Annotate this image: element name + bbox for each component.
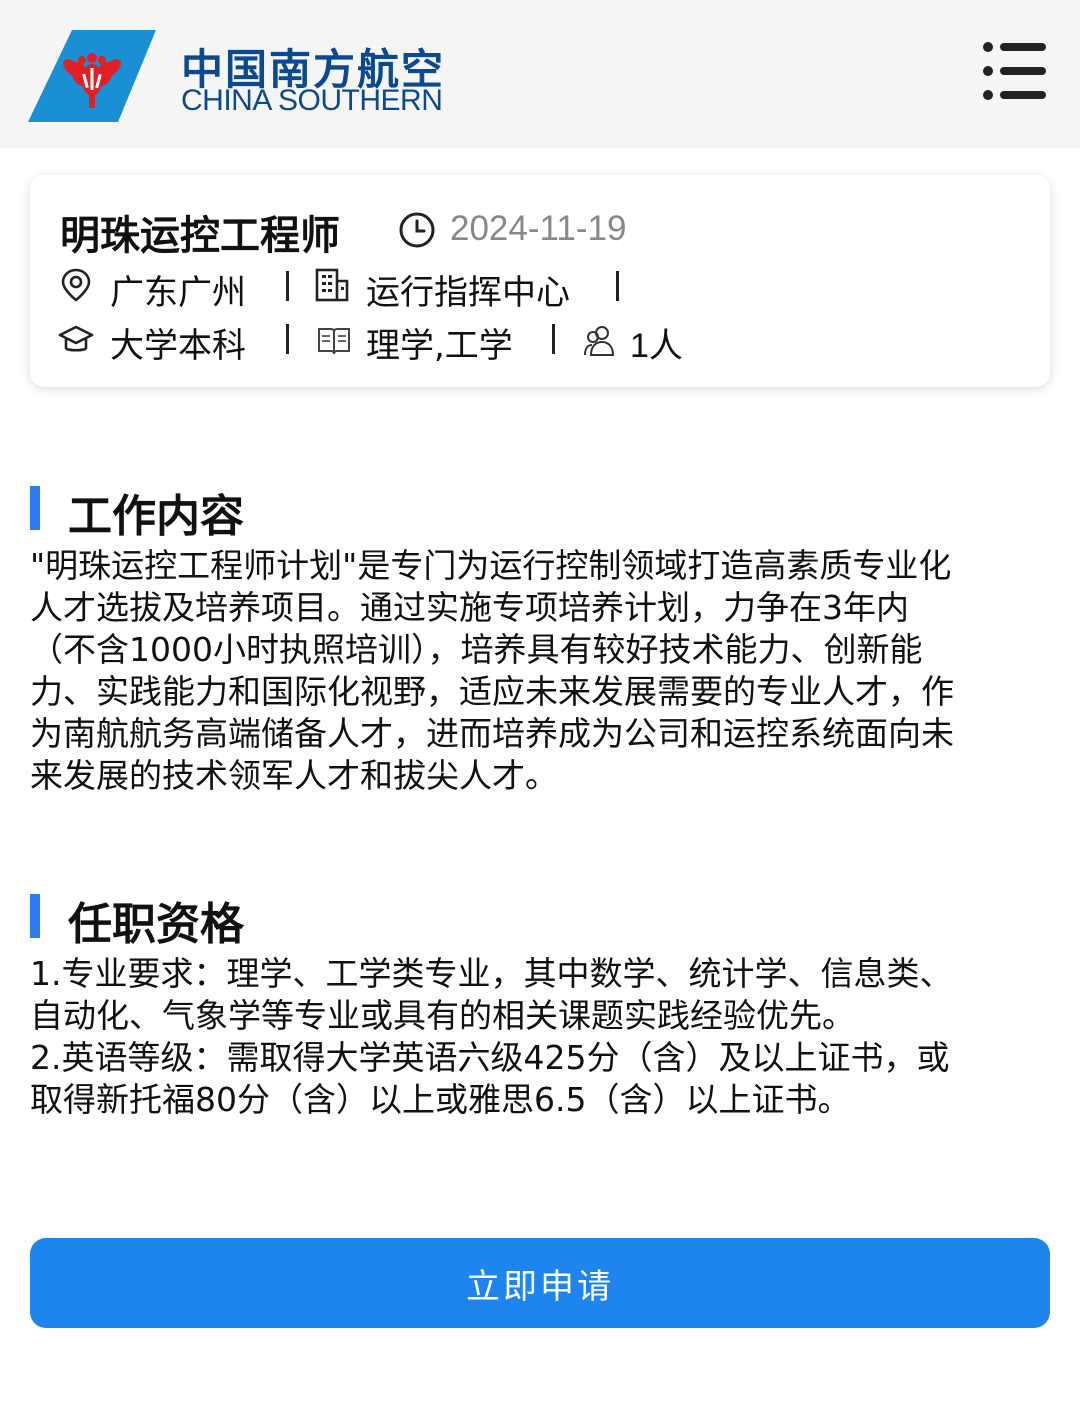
section-accent-bar: [30, 486, 40, 530]
headcount: 1人: [630, 327, 683, 365]
qualification-line: 1.专业要求：理学、工学类专业，其中数学、统计学、信息类、: [30, 954, 953, 993]
qualification-line: 取得新托福80分（含）以上或雅思6.5（含）以上证书。: [30, 1080, 851, 1119]
clock-icon: [399, 212, 435, 248]
education-requirement: 大学本科: [110, 326, 246, 366]
divider: [552, 324, 555, 354]
post-date: 2024-11-19: [450, 209, 627, 248]
job-detail-page: 中国南方航空 CHINA SOUTHERN 明珠运控工程师 2024-11-19…: [0, 0, 1080, 1406]
qualification-line: 自动化、气象学等专业或具有的相关课题实践经验优先。: [30, 996, 855, 1035]
top-bar: 中国南方航空 CHINA SOUTHERN: [0, 0, 1080, 148]
china-southern-logo[interactable]: 中国南方航空 CHINA SOUTHERN: [28, 30, 458, 122]
people-icon: [584, 326, 615, 356]
duties-line: 为南航航务高端储备人才，进而培养成为公司和运控系统面向未: [30, 714, 954, 753]
job-department: 运行指挥中心: [366, 273, 570, 313]
duties-line: 人才选拔及培养项目。通过实施专项培养计划，力争在3年内: [30, 588, 909, 627]
duties-line: 来发展的技术领军人才和拔尖人才。: [30, 756, 558, 795]
divider: [616, 271, 619, 301]
menu-list-icon: [983, 42, 1046, 100]
qualifications-section-title: 任职资格: [68, 899, 244, 950]
location-pin-icon: [61, 268, 91, 302]
kapok-flower-logo-icon: [28, 30, 156, 122]
book-icon: [318, 328, 350, 355]
building-icon: [315, 268, 349, 302]
menu-button[interactable]: [982, 40, 1048, 102]
divider: [286, 324, 289, 354]
graduation-cap-icon: [58, 325, 94, 352]
job-summary-card: 明珠运控工程师 2024-11-19 广东广州 运行指挥中心 大学本科 理学,工…: [30, 175, 1050, 387]
duties-text: "明珠运控工程师计划"是专门为运行控制领域打造高素质专业化 人才选拔及培养项目。…: [30, 545, 1050, 797]
apply-now-button[interactable]: 立即申请: [30, 1238, 1050, 1328]
duties-line: 力、实践能力和国际化视野，适应未来发展需要的专业人才，作: [30, 672, 954, 711]
duties-line: （不含1000小时执照培训），培养具有较好技术能力、创新能: [30, 630, 923, 669]
qualification-line: 2.英语等级：需取得大学英语六级425分（含）及以上证书，或: [30, 1038, 950, 1077]
major-requirement: 理学,工学: [366, 326, 513, 366]
job-title: 明珠运控工程师: [60, 213, 340, 259]
job-location: 广东广州: [110, 273, 246, 313]
divider: [286, 271, 289, 301]
qualifications-text: 1.专业要求：理学、工学类专业，其中数学、统计学、信息类、 自动化、气象学等专业…: [30, 953, 1050, 1121]
section-accent-bar: [30, 894, 40, 938]
duties-section-title: 工作内容: [68, 491, 244, 542]
logo-english-name: CHINA SOUTHERN: [181, 84, 443, 117]
duties-line: "明珠运控工程师计划"是专门为运行控制领域打造高素质专业化: [30, 546, 952, 585]
